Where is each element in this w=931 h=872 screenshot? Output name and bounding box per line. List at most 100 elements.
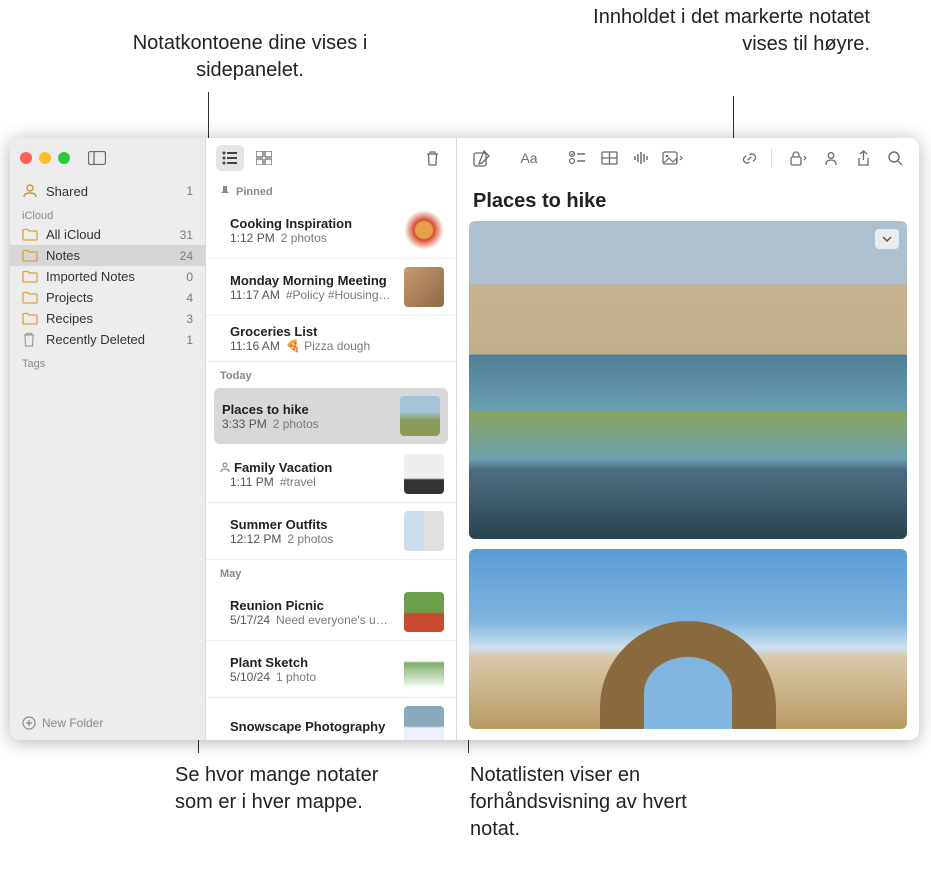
note-item-subtitle: 12:12 PM2 photos [230, 532, 394, 546]
sidebar-item-count: 1 [186, 333, 193, 347]
note-image-2[interactable] [469, 549, 907, 729]
media-button[interactable] [659, 145, 687, 171]
note-item-thumbnail [404, 649, 444, 689]
new-folder-label: New Folder [42, 716, 103, 730]
note-list-item[interactable]: Summer Outfits12:12 PM2 photos [206, 503, 456, 560]
callout-top-left: Notatkontoene dine vises i sidepanelet. [120, 30, 380, 84]
lock-button[interactable] [785, 145, 813, 171]
note-list-item[interactable]: Family Vacation1:11 PM#travel [206, 446, 456, 503]
note-content: Aa [457, 138, 919, 740]
sidebar-toggle-button[interactable] [88, 151, 106, 165]
checklist-button[interactable] [563, 145, 591, 171]
note-item-title: Reunion Picnic [230, 598, 324, 613]
note-item-thumbnail [400, 396, 440, 436]
sidebar-item-imported-notes[interactable]: Imported Notes0 [10, 266, 205, 287]
sidebar-item-label: Recently Deleted [46, 332, 145, 347]
shared-badge-icon [218, 460, 232, 474]
minimize-window-button[interactable] [39, 152, 51, 164]
sidebar-shared-label: Shared [46, 184, 88, 199]
note-item-title: Summer Outfits [230, 517, 328, 532]
folder-icon [22, 228, 38, 241]
collaborate-button[interactable] [817, 145, 845, 171]
note-item-title: Groceries List [230, 324, 317, 339]
sidebar-item-count: 0 [186, 270, 193, 284]
note-list-item[interactable]: Places to hike3:33 PM2 photos [214, 388, 448, 444]
link-button[interactable] [735, 145, 763, 171]
notelist-section-header: Today [206, 362, 456, 386]
note-list-item[interactable]: Snowscape Photography [206, 698, 456, 740]
window-controls [20, 152, 70, 164]
notes-app-window: Shared 1 iCloud All iCloud31Notes24Impor… [10, 138, 919, 740]
search-button[interactable] [881, 145, 909, 171]
folder-icon [22, 312, 38, 325]
gallery-view-button[interactable] [250, 145, 278, 171]
note-item-thumbnail [404, 454, 444, 494]
note-item-subtitle: 11:16 AM🍕 Pizza dough [230, 339, 444, 353]
note-item-thumbnail [404, 511, 444, 551]
sidebar-item-label: All iCloud [46, 227, 101, 242]
note-list-item[interactable]: Cooking Inspiration1:12 PM2 photos [206, 202, 456, 259]
sidebar-shared[interactable]: Shared 1 [10, 180, 205, 202]
note-list-item[interactable]: Plant Sketch5/10/241 photo [206, 641, 456, 698]
sidebar: Shared 1 iCloud All iCloud31Notes24Impor… [10, 138, 206, 740]
sidebar-item-projects[interactable]: Projects 4 [10, 287, 205, 308]
note-item-subtitle: 3:33 PM2 photos [222, 417, 390, 431]
folder-icon [22, 291, 38, 304]
note-title[interactable]: Places to hike [457, 178, 919, 221]
sidebar-item-label: Notes [46, 248, 80, 263]
compose-button[interactable] [467, 145, 495, 171]
sidebar-item-recipes[interactable]: Recipes 3 [10, 308, 205, 329]
note-item-subtitle: 5/10/241 photo [230, 670, 394, 684]
sidebar-item-notes[interactable]: Notes 24 [10, 245, 205, 266]
callout-top-right: Innholdet i det markerte notatet vises t… [590, 4, 870, 58]
note-item-subtitle: 1:11 PM#travel [230, 475, 394, 489]
note-list-item[interactable]: Monday Morning Meeting11:17 AM#Policy #H… [206, 259, 456, 316]
notelist-section-header: Pinned [206, 178, 456, 202]
note-item-thumbnail [404, 592, 444, 632]
list-view-button[interactable] [216, 145, 244, 171]
note-item-title: Snowscape Photography [230, 719, 385, 734]
content-toolbar: Aa [457, 138, 919, 178]
folder-icon [22, 249, 38, 262]
sidebar-item-count: 4 [186, 291, 193, 305]
table-button[interactable] [595, 145, 623, 171]
note-list-item[interactable]: Groceries List11:16 AM🍕 Pizza dough [206, 316, 456, 362]
note-item-title: Plant Sketch [230, 655, 308, 670]
zoom-window-button[interactable] [58, 152, 70, 164]
sidebar-shared-count: 1 [186, 184, 193, 198]
callout-bottom-left: Se hvor mange notater som er i hver mapp… [175, 762, 395, 816]
close-window-button[interactable] [20, 152, 32, 164]
note-list-item[interactable]: Reunion Picnic5/17/24Need everyone's u… [206, 584, 456, 641]
note-item-subtitle: 1:12 PM2 photos [230, 231, 394, 245]
delete-note-button[interactable] [418, 145, 446, 171]
notelist-toolbar [206, 138, 456, 178]
sidebar-item-label: Projects [46, 290, 93, 305]
note-item-title: Monday Morning Meeting [230, 273, 387, 288]
plus-circle-icon [22, 716, 36, 730]
note-item-title: Family Vacation [234, 460, 332, 475]
format-button[interactable]: Aa [515, 145, 543, 171]
trash-icon [22, 332, 38, 347]
sidebar-item-count: 24 [180, 249, 193, 263]
note-item-thumbnail [404, 706, 444, 740]
sidebar-item-count: 3 [186, 312, 193, 326]
window-titlebar [10, 138, 205, 178]
note-body[interactable] [457, 221, 919, 740]
sidebar-item-all-icloud[interactable]: All iCloud 31 [10, 224, 205, 245]
note-item-title: Places to hike [222, 402, 309, 417]
note-image-1[interactable] [469, 221, 907, 539]
folder-icon [22, 270, 38, 283]
sidebar-section-tags: Tags [10, 350, 205, 372]
sidebar-item-label: Recipes [46, 311, 93, 326]
shared-icon [22, 183, 38, 199]
note-item-subtitle: 5/17/24Need everyone's u… [230, 613, 394, 627]
new-folder-button[interactable]: New Folder [10, 706, 205, 740]
note-item-thumbnail [404, 210, 444, 250]
sidebar-item-count: 31 [180, 228, 193, 242]
notelist-section-header: May [206, 560, 456, 584]
share-button[interactable] [849, 145, 877, 171]
note-list: PinnedCooking Inspiration1:12 PM2 photos… [206, 138, 457, 740]
audio-button[interactable] [627, 145, 655, 171]
image-menu-button[interactable] [875, 229, 899, 249]
sidebar-item-recently-deleted[interactable]: Recently Deleted 1 [10, 329, 205, 350]
